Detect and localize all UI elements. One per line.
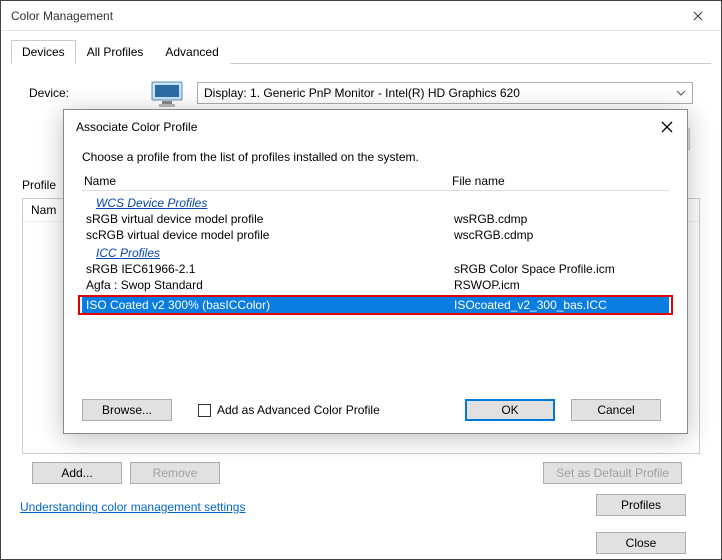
- column-filename[interactable]: File name: [452, 174, 669, 188]
- dialog-titlebar: Associate Color Profile: [64, 110, 687, 144]
- window-title: Color Management: [11, 9, 113, 23]
- add-advanced-checkbox[interactable]: [198, 404, 211, 417]
- group-icc: ICC Profiles: [82, 243, 669, 261]
- close-button[interactable]: Close: [596, 532, 686, 554]
- profile-row[interactable]: sRGB virtual device model profile wsRGB.…: [82, 211, 669, 227]
- set-default-button: Set as Default Profile: [543, 462, 682, 484]
- add-advanced-label: Add as Advanced Color Profile: [217, 403, 380, 417]
- ok-button[interactable]: OK: [465, 399, 555, 421]
- monitor-icon: [149, 78, 185, 108]
- profile-name: ISO Coated v2 300% (basICColor): [84, 298, 454, 312]
- chevron-down-icon: [676, 90, 686, 96]
- device-row: Device: Display: 1. Generic PnP Monitor …: [1, 64, 721, 108]
- profile-name: scRGB virtual device model profile: [84, 228, 454, 242]
- remove-button: Remove: [130, 462, 220, 484]
- cancel-button[interactable]: Cancel: [571, 399, 661, 421]
- profile-name: sRGB IEC61966-2.1: [84, 262, 454, 276]
- highlight-annotation: ISO Coated v2 300% (basICColor) ISOcoate…: [78, 295, 673, 315]
- profile-list-header: Name File name: [82, 172, 669, 190]
- column-name[interactable]: Name: [82, 174, 452, 188]
- titlebar: Color Management: [1, 1, 721, 31]
- profile-row-selected[interactable]: ISO Coated v2 300% (basICColor) ISOcoate…: [82, 297, 669, 313]
- help-link[interactable]: Understanding color management settings: [20, 500, 245, 514]
- profile-file: ISOcoated_v2_300_bas.ICC: [454, 298, 669, 312]
- profiles-section-label: Profile: [22, 178, 56, 192]
- device-select-value: Display: 1. Generic PnP Monitor - Intel(…: [204, 86, 520, 100]
- profile-row[interactable]: sRGB IEC61966-2.1 sRGB Color Space Profi…: [82, 261, 669, 277]
- tab-strip: Devices All Profiles Advanced: [1, 31, 721, 63]
- associate-color-profile-dialog: Associate Color Profile Choose a profile…: [63, 109, 688, 434]
- add-button[interactable]: Add...: [32, 462, 122, 484]
- profile-row[interactable]: scRGB virtual device model profile wscRG…: [82, 227, 669, 243]
- profile-file: wscRGB.cdmp: [454, 228, 669, 242]
- device-select[interactable]: Display: 1. Generic PnP Monitor - Intel(…: [197, 82, 693, 104]
- profile-file: sRGB Color Space Profile.icm: [454, 262, 669, 276]
- tab-devices[interactable]: Devices: [11, 40, 76, 64]
- tab-all-profiles[interactable]: All Profiles: [76, 40, 155, 64]
- profiles-button[interactable]: Profiles: [596, 494, 686, 516]
- profile-name: Agfa : Swop Standard: [84, 278, 454, 292]
- profile-row[interactable]: Agfa : Swop Standard RSWOP.icm: [82, 277, 669, 293]
- dialog-instruction: Choose a profile from the list of profil…: [82, 150, 669, 164]
- group-wcs: WCS Device Profiles: [82, 193, 669, 211]
- profile-file: RSWOP.icm: [454, 278, 669, 292]
- browse-button[interactable]: Browse...: [82, 399, 172, 421]
- device-label: Device:: [29, 86, 149, 100]
- dialog-close-button[interactable]: [655, 115, 679, 139]
- dialog-title: Associate Color Profile: [76, 120, 197, 134]
- profile-name: sRGB virtual device model profile: [84, 212, 454, 226]
- window-close-button[interactable]: [675, 1, 721, 31]
- profile-file: wsRGB.cdmp: [454, 212, 669, 226]
- tab-advanced[interactable]: Advanced: [154, 40, 229, 64]
